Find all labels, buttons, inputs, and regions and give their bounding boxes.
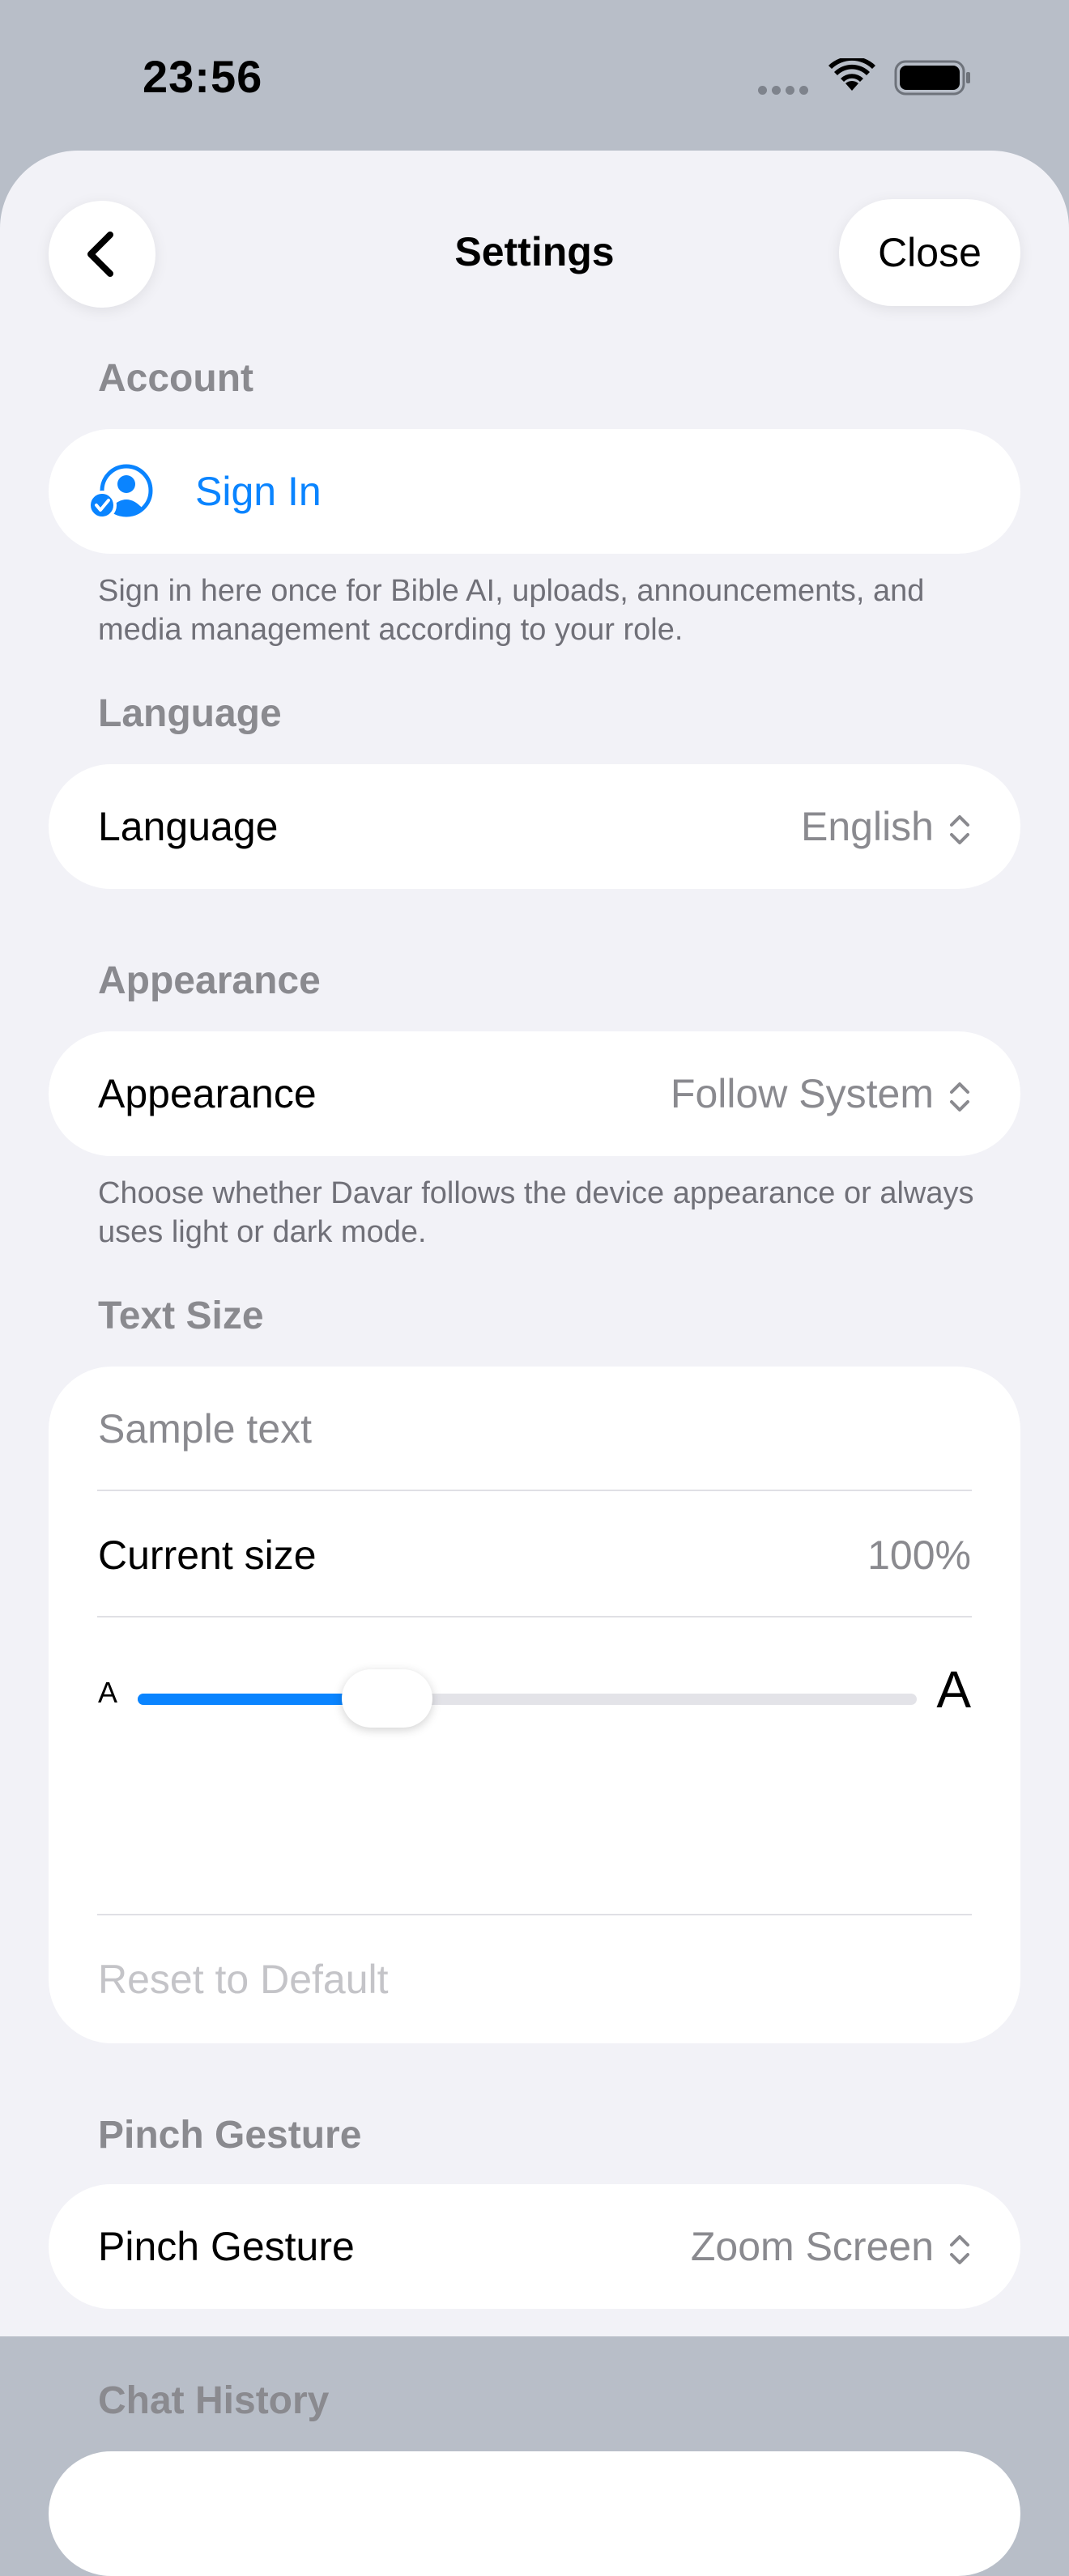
- current-size-label: Current size: [98, 1532, 317, 1578]
- chat-history-card[interactable]: [49, 2451, 1020, 2576]
- divider: [97, 1490, 972, 1491]
- settings-sheet: Settings Close Account Sign In Sign in h…: [0, 151, 1069, 2576]
- sign-in-label: Sign In: [195, 469, 322, 514]
- pinch-gesture-row[interactable]: Pinch Gesture Zoom Screen: [49, 2184, 1020, 2309]
- section-heading-language: Language: [98, 692, 282, 735]
- account-footnote: Sign in here once for Bible AI, uploads,…: [98, 574, 925, 647]
- section-heading-text-size: Text Size: [98, 1294, 264, 1337]
- appearance-value: Follow System: [670, 1071, 934, 1116]
- person-checkmark-icon: [89, 464, 153, 520]
- text-size-card: Sample text Current size 100% A A Reset …: [49, 1367, 1020, 2043]
- reset-to-default-button[interactable]: Reset to Default: [98, 1956, 971, 2003]
- large-a-label: A: [936, 1660, 971, 1719]
- chevron-up-down-icon: [950, 1082, 969, 1112]
- close-button[interactable]: Close: [839, 199, 1020, 306]
- appearance-row[interactable]: Appearance Follow System: [49, 1031, 1020, 1156]
- pinch-gesture-value: Zoom Screen: [690, 2224, 934, 2269]
- language-row[interactable]: Language English: [49, 764, 1020, 889]
- sign-in-row[interactable]: Sign In: [49, 429, 1020, 554]
- section-heading-chat-history: Chat History: [98, 2379, 330, 2422]
- wifi-icon: [828, 58, 875, 91]
- language-value: English: [801, 804, 934, 849]
- chevron-up-down-icon: [950, 2234, 969, 2264]
- cellular-signal-icon: [758, 84, 813, 99]
- slider-thumb[interactable]: [341, 1669, 432, 1728]
- section-heading-pinch-gesture: Pinch Gesture: [98, 2114, 362, 2157]
- section-heading-appearance: Appearance: [98, 959, 321, 1002]
- status-time: 23:56: [143, 51, 263, 102]
- text-size-slider[interactable]: [138, 1669, 917, 1728]
- divider: [97, 1914, 972, 1915]
- appearance-footnote: Choose whether Davar follows the device …: [98, 1176, 974, 1249]
- sample-text: Sample text: [98, 1406, 313, 1452]
- language-picker[interactable]: English: [801, 803, 971, 850]
- pinch-gesture-picker[interactable]: Zoom Screen: [691, 2223, 971, 2270]
- chevron-up-down-icon: [950, 814, 969, 844]
- battery-icon: [894, 60, 970, 96]
- small-a-label: A: [98, 1676, 118, 1709]
- divider: [97, 1616, 972, 1617]
- status-bar: 23:56: [0, 0, 1069, 154]
- current-size-value: 100%: [867, 1532, 971, 1578]
- section-heading-account: Account: [98, 357, 253, 400]
- appearance-picker[interactable]: Follow System: [671, 1070, 971, 1117]
